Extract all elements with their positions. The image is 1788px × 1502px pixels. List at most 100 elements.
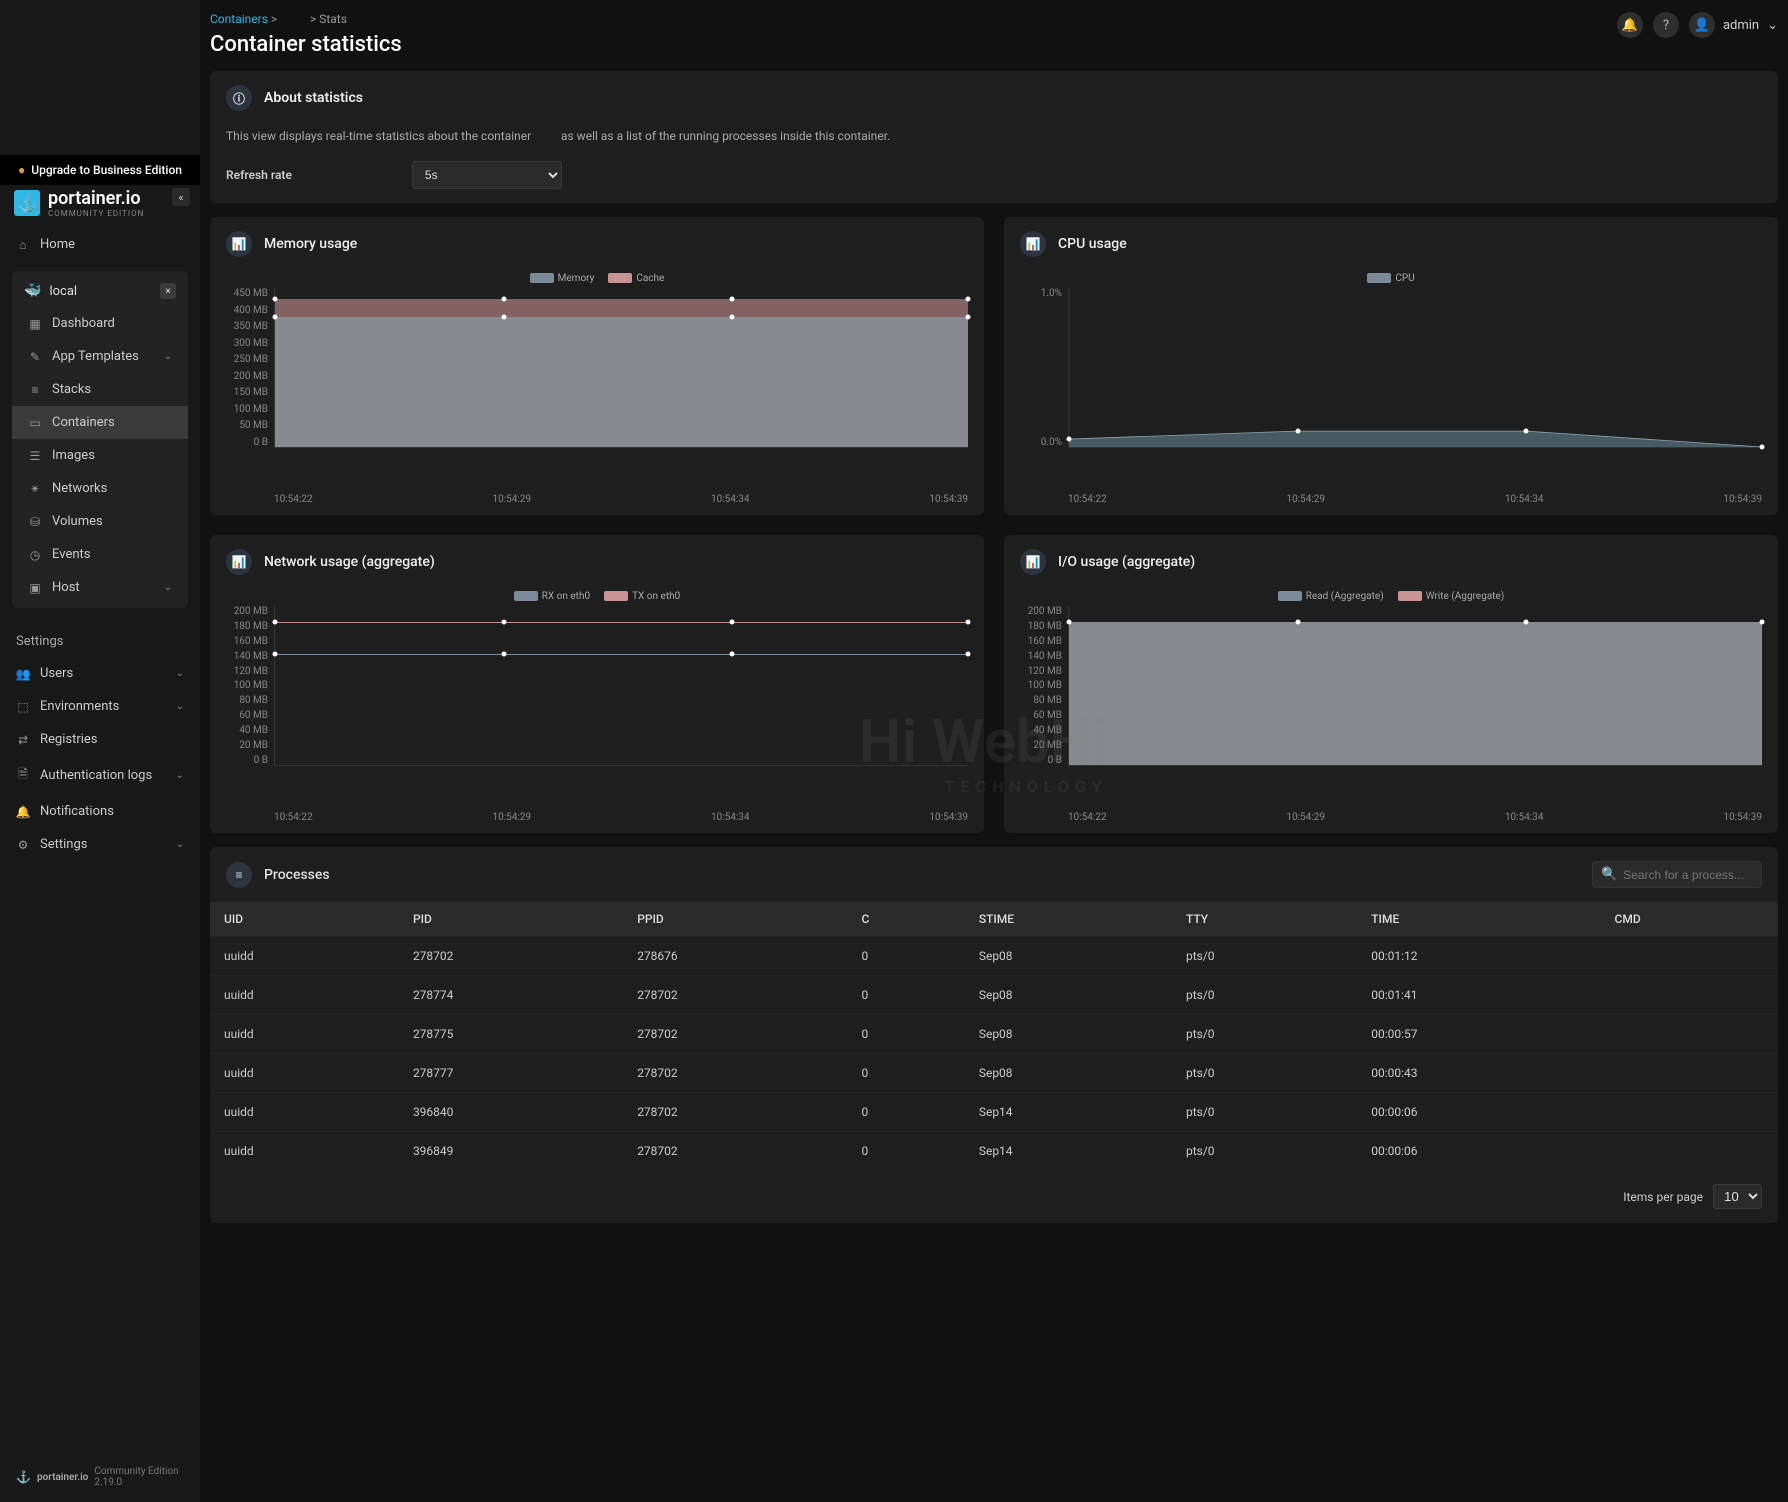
legend-tx: TX on eth0	[632, 591, 680, 602]
legend-memory: Memory	[558, 273, 595, 284]
table-row[interactable]: uuidd2787772787020Sep08pts/000:00:43	[210, 1054, 1778, 1093]
cell-uid: uuidd	[210, 1054, 399, 1093]
main: Containers > > Stats Container statistic…	[200, 0, 1788, 1502]
cpu-chart-title: CPU usage	[1058, 236, 1127, 252]
menu-stacks[interactable]: ≡ Stacks	[12, 373, 188, 406]
settings-users[interactable]: 👥 Users ⌄	[0, 657, 200, 690]
menu-networks[interactable]: ✴ Networks	[12, 472, 188, 505]
menu-dashboard[interactable]: ▦ Dashboard	[12, 307, 188, 340]
cell-cmd	[1601, 1054, 1778, 1093]
cell-ppid: 278702	[623, 1054, 847, 1093]
cell-cmd	[1601, 1132, 1778, 1171]
cell-stime: Sep08	[965, 976, 1172, 1015]
menu-networks-label: Networks	[52, 481, 107, 496]
nav-home[interactable]: ⌂ Home	[0, 228, 200, 261]
cell-cmd	[1601, 976, 1778, 1015]
x-axis: 10:54:2210:54:2910:54:3410:54:39	[1020, 806, 1762, 823]
menu-containers[interactable]: ▭ Containers	[12, 406, 188, 439]
settings-auth-logs[interactable]: 🗎 Authentication logs ⌄	[0, 756, 200, 795]
cell-tty: pts/0	[1172, 1093, 1357, 1132]
settings-registries-label: Registries	[40, 732, 98, 747]
col-tty[interactable]: TTY	[1172, 902, 1357, 937]
cell-c: 0	[847, 937, 964, 976]
table-row[interactable]: uuidd3968492787020Sep14pts/000:00:06	[210, 1132, 1778, 1171]
col-cmd[interactable]: CMD	[1601, 902, 1778, 937]
menu-app-templates[interactable]: ✎ App Templates ⌄	[12, 340, 188, 373]
settings-notifications[interactable]: 🔔 Notifications	[0, 795, 200, 828]
menu-events[interactable]: ◷ Events	[12, 538, 188, 571]
settings-registries[interactable]: ⇄ Registries	[0, 723, 200, 756]
environment-header[interactable]: 🐳 local ×	[12, 275, 188, 307]
chevron-down-icon: ⌄	[176, 839, 184, 850]
settings-settings[interactable]: ⚙ Settings ⌄	[0, 828, 200, 861]
menu-host-label: Host	[52, 580, 80, 595]
cell-pid: 396849	[399, 1132, 623, 1171]
legend-cache: Cache	[636, 273, 664, 284]
menu-images[interactable]: ☰ Images	[12, 439, 188, 472]
settings-auth-logs-label: Authentication logs	[40, 768, 152, 783]
col-time[interactable]: TIME	[1357, 902, 1600, 937]
col-stime[interactable]: STIME	[965, 902, 1172, 937]
table-header-row: UID PID PPID C STIME TTY TIME CMD	[210, 902, 1778, 937]
dashboard-icon: ▦	[28, 317, 42, 331]
chevron-down-icon: ⌄	[176, 668, 184, 679]
notifications-button[interactable]: 🔔	[1617, 12, 1643, 38]
table-row[interactable]: uuidd2787742787020Sep08pts/000:01:41	[210, 976, 1778, 1015]
about-title: About statistics	[264, 90, 363, 106]
cell-stime: Sep14	[965, 1132, 1172, 1171]
chart-icon: 📊	[226, 231, 252, 257]
settings-notifications-label: Notifications	[40, 804, 114, 819]
cell-c: 0	[847, 1132, 964, 1171]
cell-stime: Sep08	[965, 937, 1172, 976]
search-icon: 🔍	[1601, 867, 1617, 882]
footer-edition: Community Edition 2.19.0	[94, 1466, 184, 1488]
user-menu[interactable]: 👤 admin ⌄	[1689, 12, 1778, 38]
legend-swatch	[1367, 273, 1391, 283]
footer-brand: portainer.io	[37, 1472, 88, 1483]
brand-subtitle: COMMUNITY EDITION	[48, 209, 144, 218]
volumes-icon: ⛁	[28, 515, 42, 529]
sidebar: Upgrade to Business Edition ⚓ portainer.…	[0, 0, 200, 1502]
refresh-select[interactable]: 5s	[412, 161, 562, 189]
legend-cpu: CPU	[1395, 273, 1414, 284]
menu-host[interactable]: ▣ Host ⌄	[12, 571, 188, 604]
col-pid[interactable]: PID	[399, 902, 623, 937]
cell-time: 00:00:06	[1357, 1132, 1600, 1171]
sidebar-collapse-button[interactable]: «	[172, 188, 190, 206]
cell-pid: 278702	[399, 937, 623, 976]
settings-header: Settings	[0, 618, 200, 657]
cell-time: 00:00:43	[1357, 1054, 1600, 1093]
about-panel: ⓘ About statistics This view displays re…	[210, 71, 1778, 203]
col-ppid[interactable]: PPID	[623, 902, 847, 937]
cell-stime: Sep14	[965, 1093, 1172, 1132]
settings-environments[interactable]: ⬚ Environments ⌄	[0, 690, 200, 723]
cell-c: 0	[847, 976, 964, 1015]
process-search[interactable]: 🔍	[1592, 861, 1762, 888]
cell-uid: uuidd	[210, 937, 399, 976]
environment-close-button[interactable]: ×	[160, 283, 176, 299]
table-row[interactable]: uuidd2787022786760Sep08pts/000:01:12	[210, 937, 1778, 976]
user-name: admin	[1723, 18, 1759, 33]
crumb-containers[interactable]: Containers	[210, 12, 268, 26]
cell-pid: 396840	[399, 1093, 623, 1132]
table-row[interactable]: uuidd2787752787020Sep08pts/000:00:57	[210, 1015, 1778, 1054]
cell-uid: uuidd	[210, 1093, 399, 1132]
legend-rx: RX on eth0	[542, 591, 590, 602]
cell-tty: pts/0	[1172, 1015, 1357, 1054]
about-desc-suffix: as well as a list of the running process…	[561, 129, 890, 143]
menu-volumes[interactable]: ⛁ Volumes	[12, 505, 188, 538]
processes-table: UID PID PPID C STIME TTY TIME CMD uuidd2…	[210, 902, 1778, 1170]
items-per-page-select[interactable]: 10	[1713, 1184, 1762, 1209]
chevron-down-icon: ⌄	[176, 770, 184, 781]
col-uid[interactable]: UID	[210, 902, 399, 937]
menu-volumes-label: Volumes	[52, 514, 103, 529]
y-axis: 450 MB400 MB350 MB300 MB250 MB200 MB150 …	[226, 288, 274, 448]
cpu-plot	[1068, 288, 1762, 448]
process-search-input[interactable]	[1623, 868, 1753, 882]
table-row[interactable]: uuidd3968402787020Sep14pts/000:00:06	[210, 1093, 1778, 1132]
help-button[interactable]: ?	[1653, 12, 1679, 38]
legend-swatch	[604, 591, 628, 601]
settings-settings-label: Settings	[40, 837, 87, 852]
col-c[interactable]: C	[847, 902, 964, 937]
chart-icon: 📊	[1020, 549, 1046, 575]
